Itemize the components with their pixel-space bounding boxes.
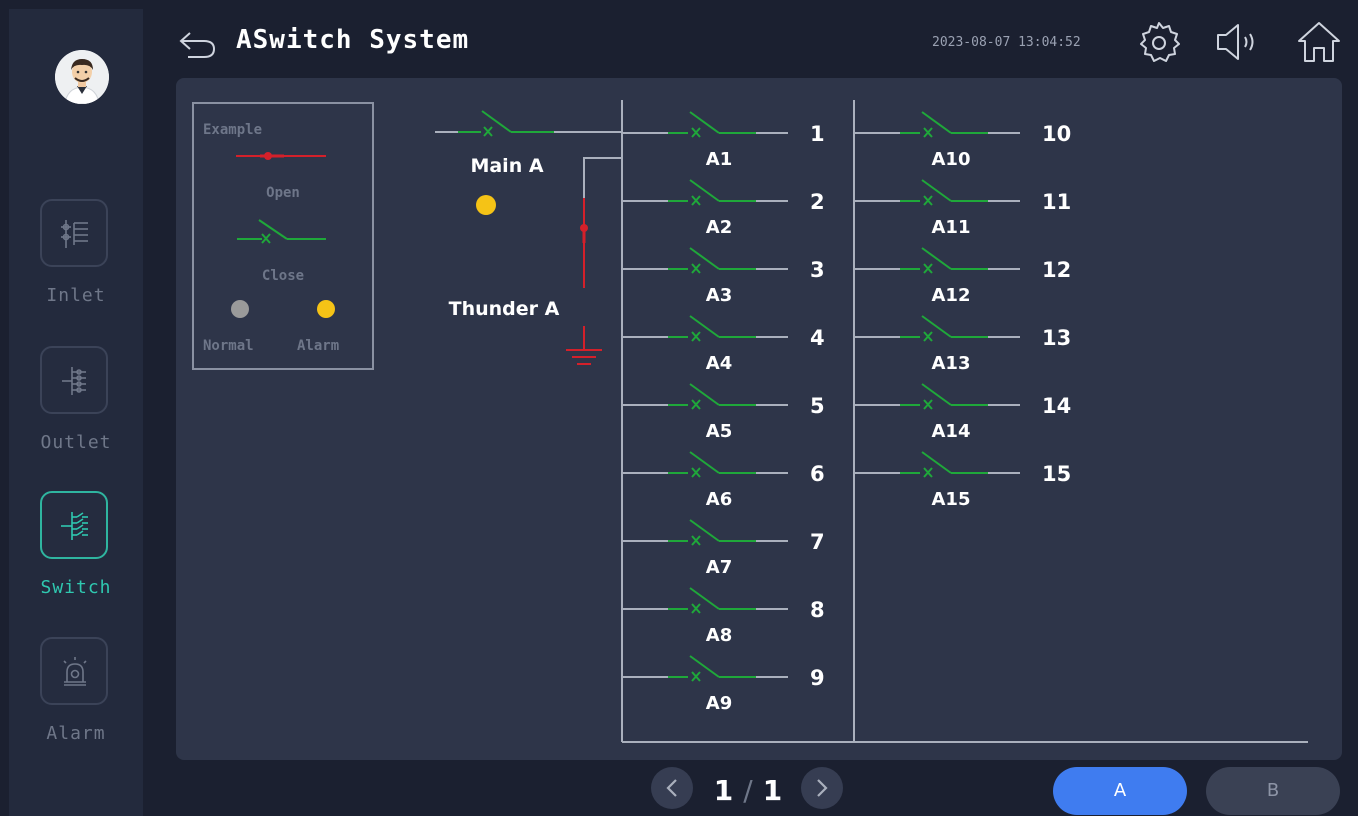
page-separator: / — [743, 774, 753, 807]
branch-number: 15 — [1042, 462, 1071, 486]
branch-switch-a6[interactable] — [622, 451, 788, 478]
branch-number: 13 — [1042, 326, 1071, 350]
nav-label-outlet: Outlet — [40, 432, 112, 453]
nav-label-alarm: Alarm — [46, 723, 106, 744]
branch-label: A6 — [706, 489, 732, 510]
branch-switch-a9[interactable] — [622, 655, 788, 682]
page-current: 1 — [713, 774, 734, 807]
nav-label-switch: Switch — [40, 577, 112, 598]
branch-number: 7 — [810, 530, 825, 554]
branch-label: A13 — [932, 353, 971, 374]
branch-label: A12 — [932, 285, 971, 306]
nav-label-inlet: Inlet — [46, 285, 106, 306]
nav-inlet[interactable]: Inlet — [9, 199, 143, 319]
thunder-label: Thunder A — [449, 298, 560, 320]
branch-label: A7 — [706, 557, 732, 578]
gear-icon[interactable] — [1137, 20, 1181, 64]
branch-switch-a15[interactable] — [854, 451, 1020, 478]
legend-close-symbol — [237, 219, 326, 244]
legend-alarm-label: Alarm — [297, 338, 339, 354]
thunder-protector — [566, 157, 622, 365]
legend-normal-label: Normal — [203, 338, 254, 354]
chevron-right-icon — [817, 779, 828, 797]
legend-open-label: Open — [266, 185, 300, 201]
legend-alarm-dot — [317, 300, 335, 318]
branch-label: A2 — [706, 217, 732, 238]
branch-label: A4 — [706, 353, 732, 374]
branch-number: 11 — [1042, 190, 1071, 214]
page-total: 1 — [762, 774, 783, 807]
branch-switch-a13[interactable] — [854, 315, 1020, 342]
inlet-icon — [40, 199, 108, 267]
home-icon[interactable] — [1296, 20, 1342, 64]
legend: Example Open Close Normal Alarm — [192, 102, 374, 370]
branch-number: 4 — [810, 326, 825, 350]
branch-number: 9 — [810, 666, 825, 690]
diagram-panel: Example Open Close Normal Alarm Main A T… — [176, 78, 1342, 760]
branch-label: A10 — [932, 149, 971, 170]
branch-number: 12 — [1042, 258, 1071, 282]
branch-label: A8 — [706, 625, 732, 646]
branch-switch-a4[interactable] — [622, 315, 788, 342]
legend-title: Example — [203, 122, 262, 138]
branch-switch-a14[interactable] — [854, 383, 1020, 410]
avatar[interactable] — [55, 50, 109, 104]
nav-alarm[interactable]: Alarm — [9, 637, 143, 757]
outlet-icon — [40, 346, 108, 414]
branch-label: A15 — [932, 489, 971, 510]
branch-label: A14 — [932, 421, 971, 442]
branch-switch-a12[interactable] — [854, 247, 1020, 274]
branch-number: 5 — [810, 394, 825, 418]
branch-label: A5 — [706, 421, 732, 442]
branch-switch-a1[interactable] — [622, 111, 788, 138]
branch-switch-a3[interactable] — [622, 247, 788, 274]
legend-normal-dot — [231, 300, 249, 318]
page-title: ASwitch System — [236, 25, 470, 55]
tab-b[interactable]: B — [1206, 767, 1340, 815]
page-indicator: 1 / 1 — [700, 774, 796, 807]
chevron-left-icon — [666, 779, 677, 797]
branch-number: 14 — [1042, 394, 1071, 418]
single-line-diagram: Example Open Close Normal Alarm Main A T… — [192, 100, 1308, 743]
speaker-icon[interactable] — [1214, 20, 1264, 64]
main-switch-label: Main A — [470, 155, 543, 177]
branch-number: 3 — [810, 258, 825, 282]
nav-outlet[interactable]: Outlet — [9, 346, 143, 466]
branch-number: 8 — [810, 598, 825, 622]
branches-column-1: 1 A1 2 A2 3 A3 4 A4 5 A5 6 A6 7 A7 8 A8 9 A9 — [622, 111, 825, 714]
back-arrow-icon[interactable] — [178, 27, 218, 61]
datetime: 2023-08-07 13:04:52 — [932, 35, 1081, 50]
branch-label: A9 — [706, 693, 732, 714]
branch-number: 1 — [810, 122, 825, 146]
branch-switch-a8[interactable] — [622, 587, 788, 614]
branch-switch-a7[interactable] — [622, 519, 788, 546]
branch-number: 6 — [810, 462, 825, 486]
branches-column-2: 10 A10 11 A11 12 A12 13 A13 14 A14 15 A15 — [854, 111, 1071, 510]
nav-switch[interactable]: Switch — [9, 491, 143, 611]
branch-switch-a11[interactable] — [854, 179, 1020, 206]
prev-page-button[interactable] — [651, 767, 693, 809]
branch-number: 10 — [1042, 122, 1071, 146]
branch-switch-a2[interactable] — [622, 179, 788, 206]
branch-number: 2 — [810, 190, 825, 214]
branch-label: A11 — [932, 217, 971, 238]
legend-close-label: Close — [262, 268, 304, 284]
switch-icon — [40, 491, 108, 559]
branch-label: A3 — [706, 285, 732, 306]
sidebar: Inlet Outlet Switch Alarm — [9, 9, 143, 816]
next-page-button[interactable] — [801, 767, 843, 809]
tab-a[interactable]: A — [1053, 767, 1187, 815]
main-status-dot — [476, 195, 496, 215]
main-switch[interactable] — [435, 110, 622, 137]
alarm-icon — [40, 637, 108, 705]
branch-label: A1 — [706, 149, 732, 170]
legend-open-symbol — [236, 152, 326, 160]
branch-switch-a10[interactable] — [854, 111, 1020, 138]
branch-switch-a5[interactable] — [622, 383, 788, 410]
